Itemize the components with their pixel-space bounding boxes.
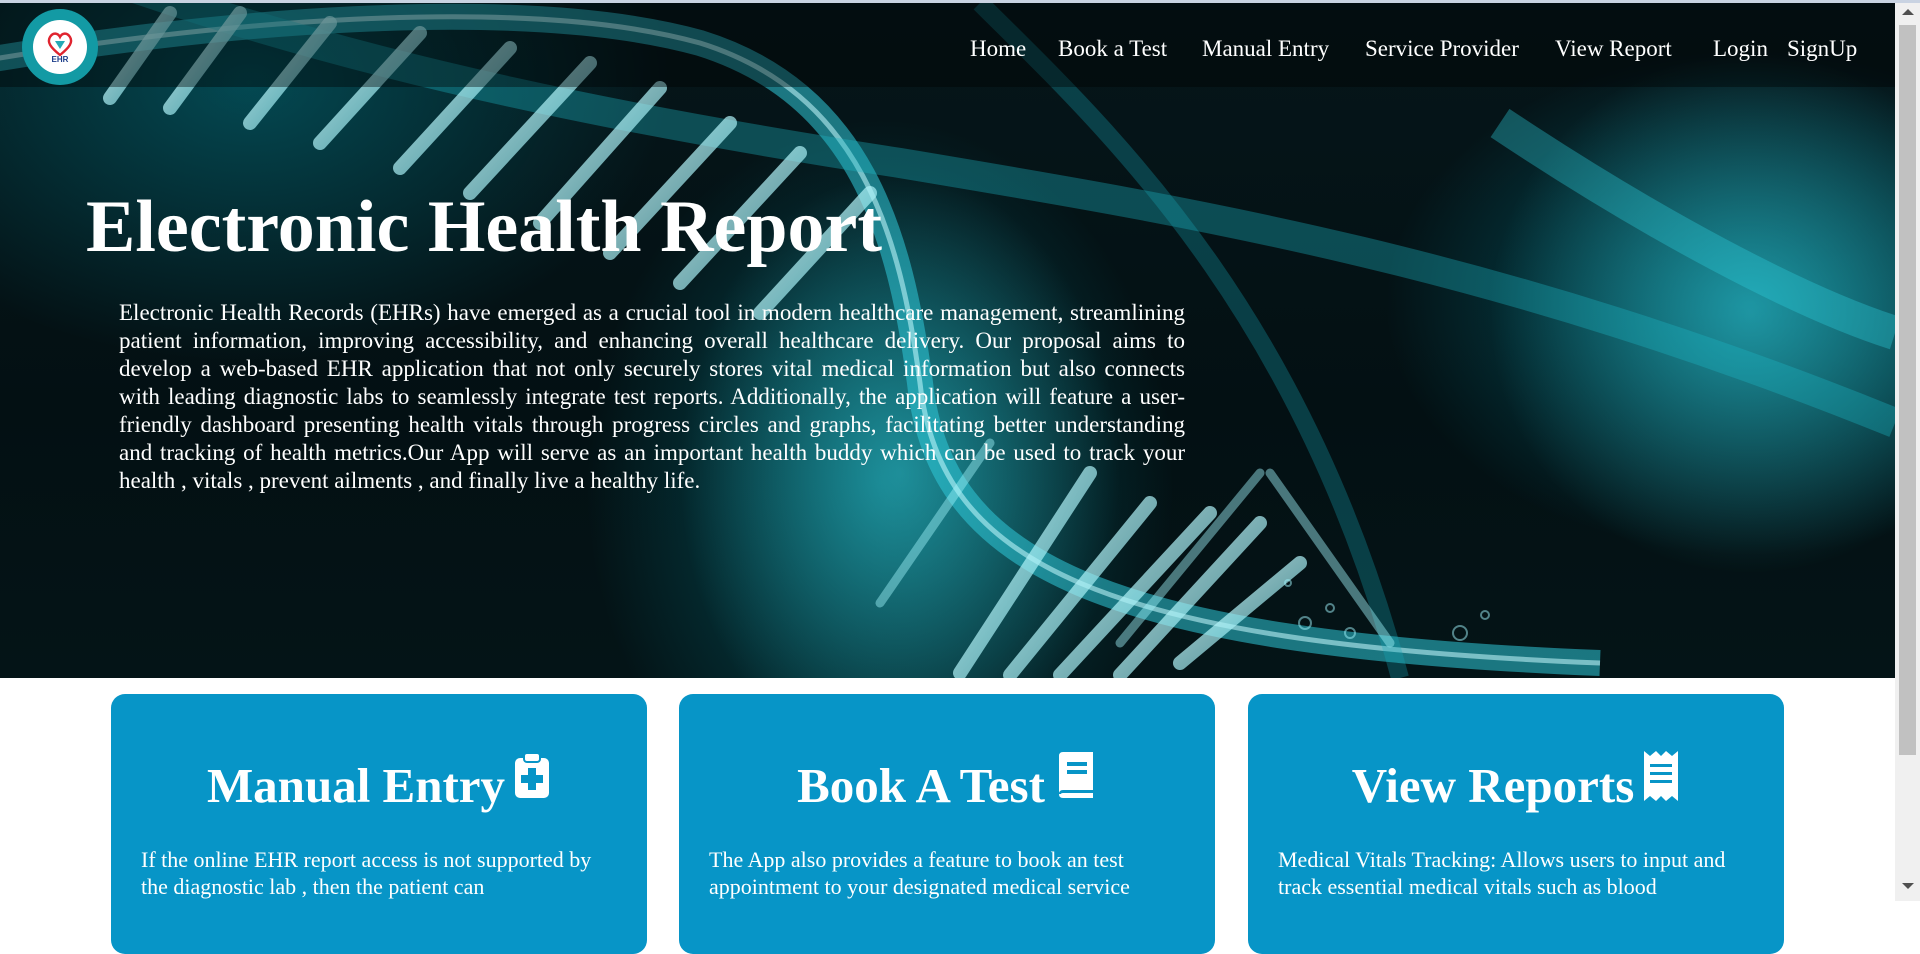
hero-section: EHR Home Book a Test Manual Entry Servic… bbox=[0, 3, 1895, 678]
card-description: The App also provides a feature to book … bbox=[709, 847, 1130, 899]
ehr-logo[interactable]: EHR bbox=[22, 9, 98, 85]
nav-service-provider[interactable]: Service Provider bbox=[1365, 33, 1519, 65]
card-title: Book A Test bbox=[797, 758, 1045, 813]
card-title: Manual Entry bbox=[206, 758, 506, 813]
clipboard-plus-icon bbox=[515, 752, 550, 798]
card-description: If the online EHR report access is not s… bbox=[141, 847, 592, 899]
logo-text: EHR bbox=[51, 54, 69, 64]
nav-book-a-test[interactable]: Book a Test bbox=[1058, 33, 1167, 65]
card-title: View Reports bbox=[1351, 758, 1635, 813]
nav-manual-entry[interactable]: Manual Entry bbox=[1202, 33, 1329, 65]
nav-login[interactable]: Login bbox=[1713, 33, 1768, 65]
card-header: Manual Entry bbox=[111, 752, 647, 816]
logo-badge: EHR bbox=[33, 20, 87, 74]
hero-description: Electronic Health Records (EHRs) have em… bbox=[119, 300, 1185, 493]
hero-title: Electronic Health Report bbox=[86, 186, 883, 268]
card-header: View Reports bbox=[1248, 751, 1784, 816]
manual-entry-card[interactable]: Manual Entry If the online EHR report ac… bbox=[111, 694, 647, 954]
book-a-test-card[interactable]: Book A Test The App also provides a feat… bbox=[679, 694, 1215, 954]
nav-home[interactable]: Home bbox=[970, 33, 1026, 65]
view-reports-card[interactable]: View Reports Medical Vitals Tracking: Al… bbox=[1248, 694, 1784, 954]
nav-signup[interactable]: SignUp bbox=[1787, 33, 1857, 65]
receipt-icon bbox=[1644, 751, 1679, 801]
card-description: Medical Vitals Tracking: Allows users to… bbox=[1278, 847, 1726, 899]
book-icon bbox=[1058, 752, 1093, 798]
card-header: Book A Test bbox=[679, 752, 1215, 816]
scroll-down-arrow-icon[interactable] bbox=[1902, 883, 1914, 889]
scroll-up-arrow-icon[interactable] bbox=[1902, 9, 1914, 15]
top-navbar: EHR Home Book a Test Manual Entry Servic… bbox=[0, 3, 1895, 87]
scrollbar-thumb[interactable] bbox=[1899, 25, 1916, 755]
heart-pin-icon bbox=[47, 31, 73, 57]
window-top-border bbox=[0, 0, 1920, 3]
nav-view-report[interactable]: View Report bbox=[1555, 33, 1672, 65]
vertical-scrollbar[interactable] bbox=[1895, 3, 1920, 901]
